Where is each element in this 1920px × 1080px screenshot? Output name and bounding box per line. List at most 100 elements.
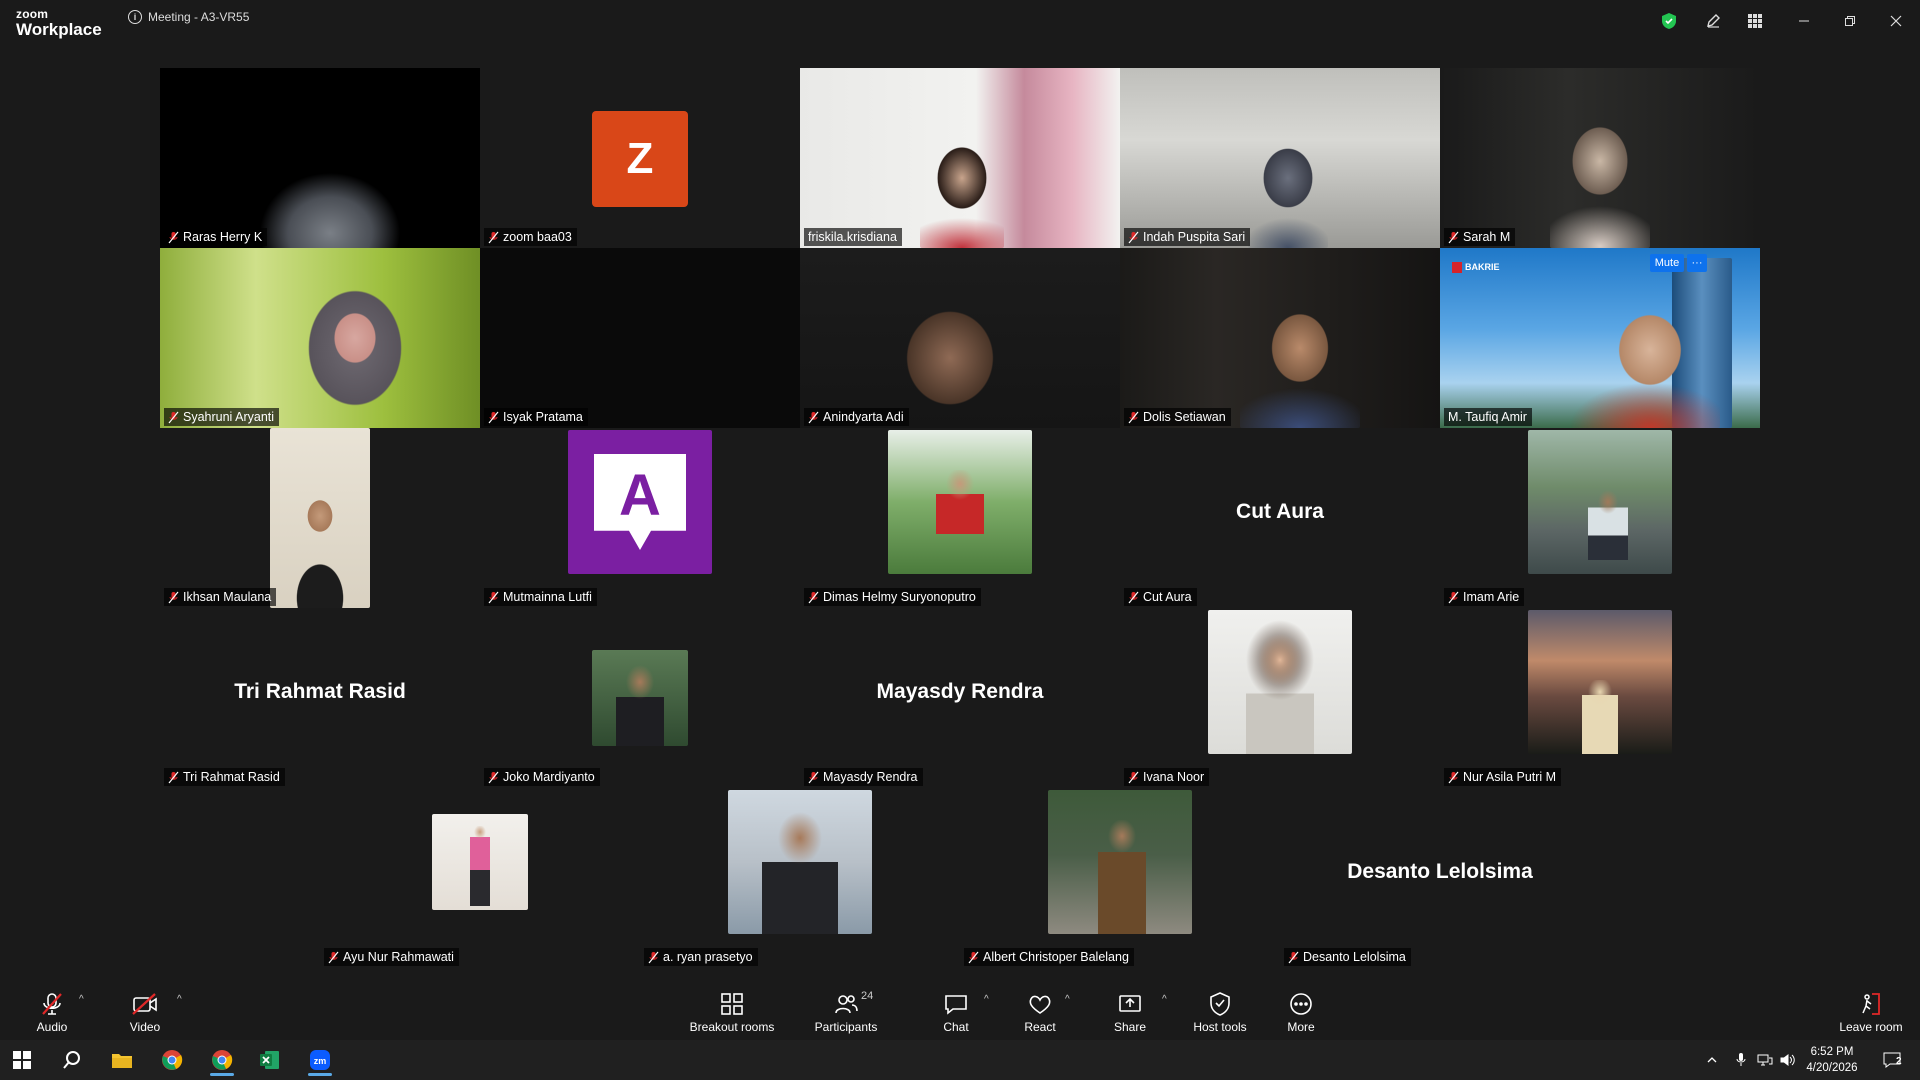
meeting-info[interactable]: i Meeting - A3-VR55 — [128, 10, 249, 24]
mic-muted-icon — [1448, 591, 1459, 604]
participant-tile[interactable]: Ikhsan Maulana — [160, 428, 480, 608]
participant-tile[interactable]: Tri Rahmat Rasid Tri Rahmat Rasid — [160, 608, 480, 788]
participant-tile[interactable]: Albert Christoper Balelang — [960, 788, 1280, 968]
video-label: Video — [129, 1020, 161, 1034]
chrome-profile-icon[interactable] — [202, 1044, 242, 1076]
chat-options-chevron-icon[interactable]: ^ — [984, 994, 989, 1005]
participant-display-name: Mayasdy Rendra — [876, 680, 1044, 703]
share-button[interactable]: Share — [1112, 990, 1148, 1036]
letter-avatar: A — [594, 454, 686, 550]
participant-tile[interactable]: Anindyarta Adi — [800, 248, 1120, 428]
participant-tile[interactable]: Z zoom baa03 — [480, 68, 800, 248]
info-icon: i — [128, 10, 142, 24]
participant-tile[interactable]: Ivana Noor — [1120, 608, 1440, 788]
name-tag: Mayasdy Rendra — [804, 768, 923, 786]
participants-count: 24 — [861, 990, 874, 1002]
restore-icon[interactable] — [1830, 8, 1870, 34]
participant-tile[interactable]: Raras Herry K — [160, 68, 480, 248]
react-button[interactable]: React — [1024, 990, 1056, 1036]
microphone-tray-icon[interactable] — [1730, 1044, 1752, 1076]
participant-tile[interactable]: Dimas Helmy Suryonoputro — [800, 428, 1120, 608]
participant-tile[interactable]: Imam Arie — [1440, 428, 1760, 608]
participant-tile[interactable]: a. ryan prasetyo — [640, 788, 960, 968]
windows-start-icon[interactable] — [2, 1044, 42, 1076]
mic-muted-icon — [168, 771, 179, 784]
participant-tile[interactable]: Sarah M — [1440, 68, 1760, 248]
notification-center-icon[interactable]: 2 — [1872, 1044, 1912, 1076]
chrome-icon[interactable] — [152, 1044, 192, 1076]
participant-name: a. ryan prasetyo — [663, 950, 753, 964]
participant-tile[interactable]: Isyak Pratama — [480, 248, 800, 428]
apps-grid-icon[interactable] — [1744, 10, 1766, 32]
participant-name: zoom baa03 — [503, 230, 572, 244]
chat-label: Chat — [943, 1020, 969, 1034]
logo-line-2: Workplace — [16, 20, 102, 39]
video-button[interactable]: Video — [120, 990, 170, 1036]
share-options-chevron-icon[interactable]: ^ — [1162, 994, 1167, 1005]
participant-tile[interactable]: Syahruni Aryanti — [160, 248, 480, 428]
participant-tile[interactable]: Dolis Setiawan — [1120, 248, 1440, 428]
participant-tile[interactable]: Desanto Lelolsima Desanto Lelolsima — [1280, 788, 1600, 968]
participant-tile[interactable]: BAKRIE Mute ··· M. Taufiq Amir — [1440, 248, 1760, 428]
participant-tile[interactable]: Joko Mardiyanto — [480, 608, 800, 788]
participant-name: Nur Asila Putri M — [1463, 770, 1557, 784]
participant-figure — [920, 138, 1004, 248]
show-hidden-icons-chevron-icon[interactable] — [1700, 1044, 1724, 1076]
annotate-pencil-icon[interactable] — [1702, 10, 1724, 32]
excel-icon[interactable] — [250, 1044, 290, 1076]
profile-figure — [1098, 820, 1146, 934]
host-tools-button[interactable]: Host tools — [1192, 990, 1248, 1036]
system-clock[interactable]: 6:52 PM 4/20/2026 — [1796, 1044, 1868, 1076]
mic-muted-icon — [488, 591, 499, 604]
participant-name: Desanto Lelolsima — [1303, 950, 1406, 964]
network-icon[interactable] — [1754, 1044, 1776, 1076]
audio-button[interactable]: Audio — [28, 990, 76, 1036]
mic-muted-icon — [808, 591, 819, 604]
chat-icon — [943, 990, 969, 1018]
more-options-button[interactable]: ··· — [1687, 254, 1707, 272]
participants-button[interactable]: 24 Participants — [812, 990, 880, 1036]
profile-figure — [1246, 620, 1314, 754]
participant-tile[interactable]: Nur Asila Putri M — [1440, 608, 1760, 788]
minimize-icon[interactable] — [1784, 8, 1824, 34]
mic-muted-icon — [39, 990, 65, 1018]
participant-figure — [1570, 288, 1720, 428]
encryption-shield-icon[interactable] — [1658, 10, 1680, 32]
profile-picture — [592, 650, 688, 746]
breakout-rooms-button[interactable]: Breakout rooms — [684, 990, 780, 1036]
participant-tile[interactable]: Ayu Nur Rahmawati — [320, 788, 640, 968]
participant-figure — [1550, 116, 1650, 248]
leave-room-button[interactable]: Leave room — [1838, 990, 1904, 1036]
more-button[interactable]: More — [1286, 990, 1316, 1036]
audio-options-chevron-icon[interactable]: ^ — [79, 994, 84, 1005]
search-icon[interactable] — [52, 1044, 92, 1076]
close-icon[interactable] — [1876, 8, 1916, 34]
profile-picture — [432, 814, 528, 910]
name-tag: Dolis Setiawan — [1124, 408, 1231, 426]
participant-name: Isyak Pratama — [503, 410, 583, 424]
zoom-app-icon[interactable]: zm — [300, 1044, 340, 1076]
participant-name: Imam Arie — [1463, 590, 1520, 604]
file-explorer-icon[interactable] — [102, 1044, 142, 1076]
react-label: React — [1024, 1020, 1056, 1034]
volume-icon[interactable] — [1776, 1044, 1798, 1076]
participant-tile[interactable]: A Mutmainna Lutfi — [480, 428, 800, 608]
participant-tile[interactable]: Mayasdy Rendra Mayasdy Rendra — [800, 608, 1120, 788]
profile-picture — [1528, 430, 1672, 574]
active-speaker-tile[interactable]: friskila.krisdiana — [800, 68, 1120, 248]
participant-figure — [280, 488, 360, 608]
mic-muted-icon — [1128, 771, 1139, 784]
video-gallery: Raras Herry K Z zoom baa03 friskila.kris… — [0, 44, 1920, 980]
participant-tile[interactable]: Cut Aura Cut Aura — [1120, 428, 1440, 608]
chat-button[interactable]: Chat — [940, 990, 972, 1036]
name-tag: Nur Asila Putri M — [1444, 768, 1562, 786]
mute-participant-button[interactable]: Mute — [1650, 254, 1684, 272]
participant-tile[interactable]: Indah Puspita Sari — [1120, 68, 1440, 248]
profile-figure — [470, 826, 490, 906]
name-tag: Sarah M — [1444, 228, 1516, 246]
react-options-chevron-icon[interactable]: ^ — [1065, 994, 1070, 1005]
video-off-icon — [131, 990, 159, 1018]
video-options-chevron-icon[interactable]: ^ — [177, 994, 182, 1005]
participant-name: M. Taufiq Amir — [1448, 410, 1527, 424]
host-tools-label: Host tools — [1193, 1020, 1247, 1034]
